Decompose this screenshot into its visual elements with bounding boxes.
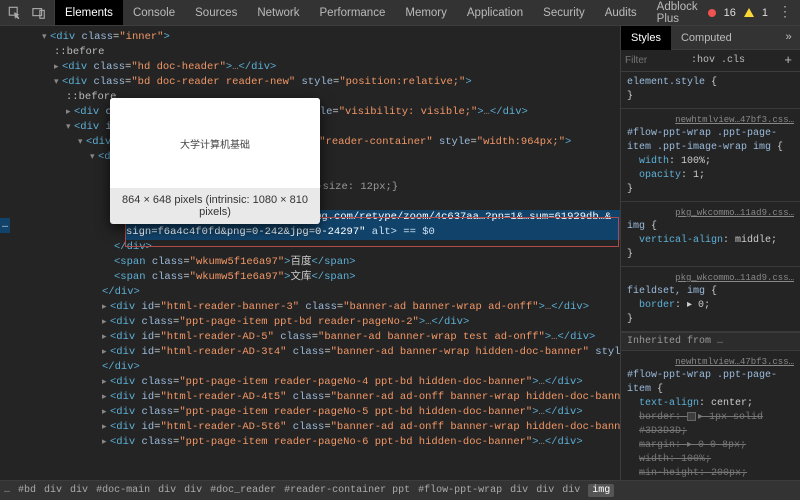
rule-source-link[interactable]: newhtmlview…47bf3.css… <box>627 355 794 369</box>
breadcrumb-item[interactable]: #doc-main <box>96 485 150 496</box>
tree-line[interactable]: <div id="html-reader-AD-3t4" class="bann… <box>102 345 620 360</box>
dom-tree[interactable]: <div class="inner">::before<div class="h… <box>0 26 620 450</box>
rule-source-link[interactable]: pkg_wkcommo…11ad9.css… <box>627 271 794 285</box>
style-rule-block[interactable]: newhtmlview…47bf3.css…#flow-ppt-wrap .pp… <box>621 109 800 202</box>
breadcrumb-item[interactable]: div <box>158 485 176 496</box>
toolbar-left-icons <box>0 0 55 25</box>
breadcrumb-item[interactable]: #reader-container ppt <box>284 485 410 496</box>
breadcrumb-item[interactable]: #doc_reader <box>210 485 276 496</box>
tree-line[interactable]: <div id="html-reader-AD-5t6" class="bann… <box>102 420 620 435</box>
rule-source-link[interactable]: newhtmlview…47bf3.css… <box>627 113 794 127</box>
rule-source-link[interactable]: pkg_wkcommo…11ad9.css… <box>627 206 794 220</box>
breadcrumb-item[interactable]: div <box>536 485 554 496</box>
more-tabs-icon[interactable]: » <box>777 32 800 44</box>
toolbar-right: 16 1 ⋮ <box>708 4 800 22</box>
tree-line[interactable]: <div class="ppt-page-item reader-pageNo-… <box>102 375 620 390</box>
tree-line[interactable]: </div> <box>114 240 620 255</box>
warning-count[interactable]: 1 <box>762 7 768 19</box>
tree-line[interactable]: </div> <box>102 285 620 300</box>
tab-elements[interactable]: Elements <box>55 0 123 25</box>
tree-line[interactable]: <div id="html-reader-AD-4t5" class="bann… <box>102 390 620 405</box>
styles-tabs: StylesComputed » <box>621 26 800 50</box>
tree-line[interactable]: ::before <box>54 45 620 60</box>
elements-panel[interactable]: <div class="inner">::before<div class="h… <box>0 26 620 480</box>
tab-application[interactable]: Application <box>457 0 533 25</box>
preview-text: 大学计算机基础 <box>180 136 250 151</box>
tree-line[interactable]: <div class="hd doc-header">…</div> <box>54 60 620 75</box>
tree-line[interactable]: <div class="ppt-page-item reader-pageNo-… <box>102 435 620 450</box>
breadcrumb-item[interactable]: img <box>588 484 614 497</box>
cls-toggle[interactable]: .cls <box>721 55 745 66</box>
tree-line[interactable]: </div> <box>102 360 620 375</box>
hov-toggle[interactable]: :hov <box>691 55 715 66</box>
tab-network[interactable]: Network <box>247 0 309 25</box>
style-rules[interactable]: element.style {}newhtmlview…47bf3.css…#f… <box>621 72 800 480</box>
tree-line[interactable]: <div class="ppt-page-item reader-pageNo-… <box>102 405 620 420</box>
tab-memory[interactable]: Memory <box>395 0 457 25</box>
main-area: <div class="inner">::before<div class="h… <box>0 26 800 480</box>
tooltip-preview: 大学计算机基础 <box>110 98 320 188</box>
tree-line[interactable]: <div class="bd doc-reader reader-new" st… <box>54 75 620 90</box>
styles-filter-input[interactable] <box>625 55 685 66</box>
tree-line[interactable]: <div class="ppt-page-item ppt-bd reader-… <box>102 315 620 330</box>
tree-line[interactable]: <span class="wkumw5f1e6a97">文库</span> <box>114 270 620 285</box>
breadcrumb-item[interactable]: div <box>184 485 202 496</box>
gutter-ellipsis: … <box>0 218 10 233</box>
devtools-toolbar: ElementsConsoleSourcesNetworkPerformance… <box>0 0 800 26</box>
style-rule-block[interactable]: element.style {} <box>621 72 800 109</box>
styles-tab-computed[interactable]: Computed <box>671 26 742 50</box>
styles-filter-row: :hov .cls + <box>621 50 800 72</box>
tab-sources[interactable]: Sources <box>185 0 247 25</box>
styles-tab-styles[interactable]: Styles <box>621 26 671 50</box>
inherited-from-separator: Inherited from … <box>621 332 800 351</box>
breadcrumb-item[interactable]: div <box>562 485 580 496</box>
kebab-menu-icon[interactable]: ⋮ <box>776 4 794 22</box>
breadcrumb-item[interactable]: #flow-ppt-wrap <box>418 485 502 496</box>
tree-line[interactable]: <div id="html-reader-banner-3" class="ba… <box>102 300 620 315</box>
dom-breadcrumb[interactable]: …#bddivdiv#doc-maindivdiv#doc_reader#rea… <box>0 480 800 500</box>
breadcrumb-item[interactable]: #bd <box>18 485 36 496</box>
breadcrumb-item[interactable]: … <box>4 485 10 496</box>
inspect-element-icon[interactable] <box>6 4 24 22</box>
new-style-rule-button[interactable]: + <box>780 53 796 68</box>
error-dot-icon <box>708 9 716 17</box>
tree-line[interactable]: <div id="html-reader-AD-5" class="banner… <box>102 330 620 345</box>
tab-performance[interactable]: Performance <box>310 0 396 25</box>
tab-audits[interactable]: Audits <box>595 0 647 25</box>
breadcrumb-item[interactable]: div <box>510 485 528 496</box>
tab-console[interactable]: Console <box>123 0 185 25</box>
tree-line[interactable]: <div class="inner"> <box>42 30 620 45</box>
tooltip-dimensions: 864 × 648 pixels (intrinsic: 1080 × 810 … <box>110 188 320 224</box>
warning-triangle-icon <box>744 8 754 17</box>
breadcrumb-item[interactable]: div <box>44 485 62 496</box>
tab-security[interactable]: Security <box>533 0 595 25</box>
error-count[interactable]: 16 <box>724 7 736 19</box>
styles-panel: StylesComputed » :hov .cls + element.sty… <box>620 26 800 480</box>
style-rule-block[interactable]: pkg_wkcommo…11ad9.css…fieldset, img {bor… <box>621 267 800 332</box>
style-rule-block[interactable]: pkg_wkcommo…11ad9.css…img {vertical-alig… <box>621 202 800 267</box>
device-toolbar-icon[interactable] <box>30 4 48 22</box>
breadcrumb-item[interactable]: div <box>70 485 88 496</box>
panel-tabs: ElementsConsoleSourcesNetworkPerformance… <box>55 0 708 25</box>
tree-line[interactable]: <span class="wkumw5f1e6a97">百度</span> <box>114 255 620 270</box>
color-swatch-icon[interactable] <box>687 412 696 421</box>
image-hover-tooltip: 大学计算机基础 864 × 648 pixels (intrinsic: 108… <box>110 98 320 224</box>
tab-adblock-plus[interactable]: Adblock Plus <box>647 0 708 25</box>
style-rule-block[interactable]: newhtmlview…47bf3.css…#flow-ppt-wrap .pp… <box>621 351 800 480</box>
